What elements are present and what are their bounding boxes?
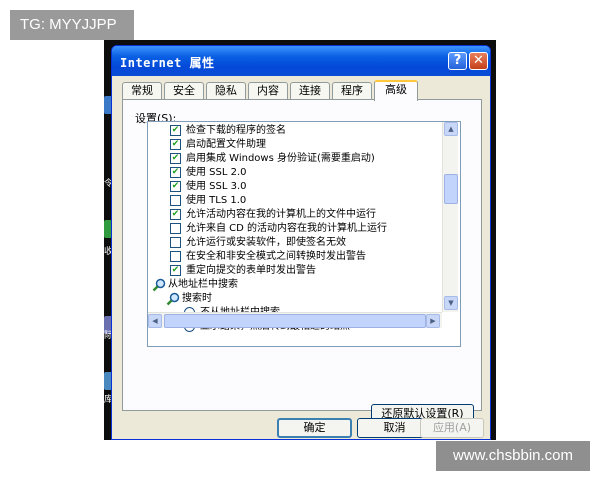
tab-security[interactable]: 安全 (164, 82, 204, 100)
checkbox[interactable]: ✔ (170, 139, 181, 150)
ok-button[interactable]: 确定 (277, 418, 352, 438)
watermark-bottom-right: www.chsbbin.com (436, 441, 590, 471)
checkbox[interactable] (170, 195, 181, 206)
apply-button[interactable]: 应用(A) (420, 418, 484, 438)
scroll-left-icon[interactable]: ◀ (148, 314, 162, 328)
horizontal-scroll-thumb[interactable] (164, 314, 426, 328)
horizontal-scrollbar[interactable]: ◀ ▶ (148, 312, 442, 328)
setting-label: 启动配置文件助理 (186, 139, 266, 150)
checkbox[interactable] (170, 223, 181, 234)
setting-label: 使用 SSL 2.0 (186, 167, 247, 178)
tab-connections[interactable]: 连接 (290, 82, 330, 100)
tab-content[interactable]: 内容 (248, 82, 288, 100)
title-bar[interactable]: Internet 属性 ? ✕ (112, 46, 490, 76)
scroll-up-icon[interactable]: ▲ (444, 122, 458, 136)
settings-list[interactable]: ✔ 检查下载的程序的签名 ✔ 启动配置文件助理 ✔ 启用集成 Windows 身份验证(需… (147, 121, 461, 347)
tab-advanced[interactable]: 高级 (374, 80, 418, 101)
setting-label: 允许活动内容在我的计算机上的文件中运行 (186, 209, 376, 220)
help-button[interactable]: ? (448, 52, 467, 70)
setting-label: 使用 SSL 3.0 (186, 181, 247, 192)
checkbox[interactable]: ✔ (170, 167, 181, 178)
close-button[interactable]: ✕ (469, 52, 488, 70)
tab-general[interactable]: 常规 (122, 82, 162, 100)
setting-label: 在安全和非安全模式之间转换时发出警告 (186, 251, 366, 262)
setting-label: 允许运行或安装软件，即使签名无效 (186, 237, 346, 248)
checkbox[interactable]: ✔ (170, 153, 181, 164)
checkbox[interactable]: ✔ (170, 181, 181, 192)
checkbox[interactable] (170, 251, 181, 262)
search-magnifier-icon (166, 292, 180, 306)
checkbox[interactable]: ✔ (170, 209, 181, 220)
search-magnifier-icon (152, 278, 166, 292)
setting-label: 重定向提交的表单时发出警告 (186, 265, 316, 276)
setting-label: 从地址栏中搜索 (168, 279, 238, 290)
tab-privacy[interactable]: 隐私 (206, 82, 246, 100)
setting-label: 允许来自 CD 的活动内容在我的计算机上运行 (186, 223, 388, 234)
checkbox[interactable] (170, 237, 181, 248)
scroll-thumb[interactable] (444, 174, 458, 204)
setting-label: 搜索时 (182, 293, 212, 304)
checkbox[interactable]: ✔ (170, 125, 181, 136)
setting-label: 使用 TLS 1.0 (186, 195, 247, 206)
scroll-down-icon[interactable]: ▼ (444, 296, 458, 310)
tab-programs[interactable]: 程序 (332, 82, 372, 100)
watermark-top-left: TG: MYYJJPP (10, 10, 134, 40)
setting-label: 启用集成 Windows 身份验证(需要重启动) (186, 153, 375, 164)
scroll-right-icon[interactable]: ▶ (426, 314, 440, 328)
setting-label: 检查下载的程序的签名 (186, 125, 286, 136)
checkbox[interactable]: ✔ (170, 265, 181, 276)
window-title: Internet 属性 (120, 56, 215, 70)
vertical-scrollbar[interactable]: ▲ ▼ (442, 122, 458, 312)
